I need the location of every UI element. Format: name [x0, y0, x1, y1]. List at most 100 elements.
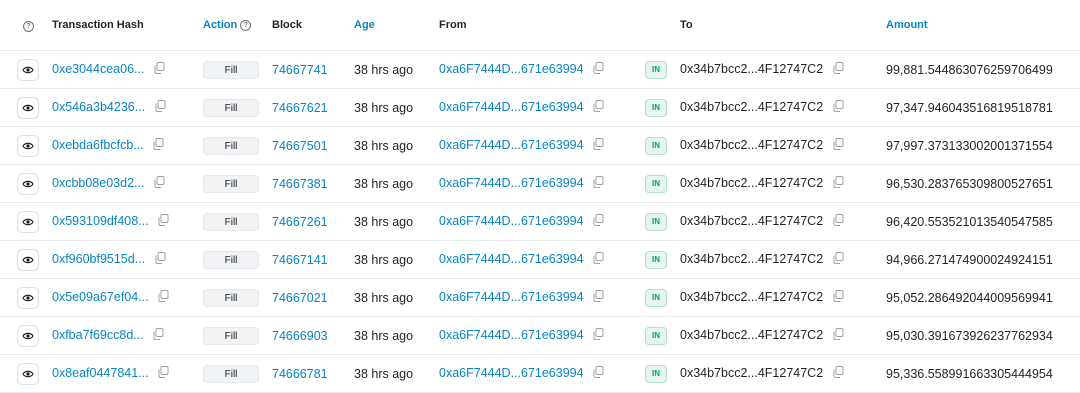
transaction-hash-link[interactable]: 0x593109df408...	[52, 214, 149, 228]
view-details-button[interactable]	[17, 58, 39, 81]
from-address-link[interactable]: 0xa6F7444D...671e63994	[439, 366, 584, 380]
to-address: 0x34b7bcc2...4F12747C2	[680, 365, 824, 380]
copy-icon[interactable]	[833, 138, 844, 153]
view-details-button[interactable]	[17, 210, 39, 233]
block-link[interactable]: 74667501	[272, 139, 328, 153]
copy-icon[interactable]	[593, 328, 604, 343]
block-link[interactable]: 74666781	[272, 367, 328, 381]
eye-icon	[22, 370, 34, 377]
block-link[interactable]: 74667741	[272, 63, 328, 77]
copy-icon[interactable]	[593, 176, 604, 191]
copy-icon[interactable]	[593, 138, 604, 153]
from-address-link[interactable]: 0xa6F7444D...671e63994	[439, 138, 584, 152]
copy-icon[interactable]	[155, 252, 166, 267]
action-badge: Fill	[203, 212, 259, 231]
to-address: 0x34b7bcc2...4F12747C2	[680, 61, 824, 76]
transaction-hash-link[interactable]: 0x8eaf0447841...	[52, 366, 149, 380]
amount-cell: 94,966.271474900024924151	[886, 240, 1080, 279]
copy-icon[interactable]	[158, 214, 169, 229]
copy-icon[interactable]	[593, 214, 604, 229]
block-link[interactable]: 74667261	[272, 215, 328, 229]
eye-icon	[22, 142, 34, 149]
block-link[interactable]: 74667141	[272, 253, 328, 267]
action-badge: Fill	[203, 98, 259, 117]
view-details-button[interactable]	[17, 324, 39, 347]
eye-icon	[22, 104, 34, 111]
to-address: 0x34b7bcc2...4F12747C2	[680, 251, 824, 266]
copy-icon[interactable]	[153, 138, 164, 153]
from-address-link[interactable]: 0xa6F7444D...671e63994	[439, 252, 584, 266]
copy-icon[interactable]	[154, 176, 165, 191]
action-badge: Fill	[203, 326, 259, 345]
copy-icon[interactable]	[833, 62, 844, 77]
copy-icon[interactable]	[593, 290, 604, 305]
view-details-button[interactable]	[17, 134, 39, 157]
transaction-hash-link[interactable]: 0x546a3b4236...	[52, 100, 145, 114]
eye-icon	[22, 66, 34, 73]
copy-icon[interactable]	[833, 252, 844, 267]
action-badge: Fill	[203, 136, 259, 155]
to-address: 0x34b7bcc2...4F12747C2	[680, 213, 824, 228]
col-action[interactable]: Action?	[203, 0, 272, 51]
action-badge: Fill	[203, 288, 259, 307]
copy-icon[interactable]	[154, 62, 165, 77]
direction-badge: IN	[645, 174, 667, 193]
table-row: 0xe3044cea06... Fill 74667741 38 hrs ago…	[0, 50, 1080, 89]
table-row: 0xf960bf9515d... Fill 74667141 38 hrs ag…	[0, 240, 1080, 279]
copy-icon[interactable]	[593, 100, 604, 115]
from-address-link[interactable]: 0xa6F7444D...671e63994	[439, 328, 584, 342]
table-row: 0xcbb08e03d2... Fill 74667381 38 hrs ago…	[0, 164, 1080, 203]
to-address: 0x34b7bcc2...4F12747C2	[680, 137, 824, 152]
table-row: 0x546a3b4236... Fill 74667621 38 hrs ago…	[0, 88, 1080, 127]
transaction-hash-link[interactable]: 0xe3044cea06...	[52, 62, 144, 76]
from-address-link[interactable]: 0xa6F7444D...671e63994	[439, 214, 584, 228]
age-cell: 38 hrs ago	[354, 202, 439, 241]
view-details-button[interactable]	[17, 96, 39, 119]
transaction-hash-link[interactable]: 0xf960bf9515d...	[52, 252, 145, 266]
copy-icon[interactable]	[833, 366, 844, 381]
table-row: 0xfba7f69cc8d... Fill 74666903 38 hrs ag…	[0, 316, 1080, 355]
copy-icon[interactable]	[833, 100, 844, 115]
transaction-hash-link[interactable]: 0xcbb08e03d2...	[52, 176, 144, 190]
info-icon[interactable]: ?	[240, 20, 252, 31]
copy-icon[interactable]	[593, 62, 604, 77]
transaction-hash-link[interactable]: 0xfba7f69cc8d...	[52, 328, 144, 342]
transaction-hash-link[interactable]: 0xebda6fbcfcb...	[52, 138, 144, 152]
block-link[interactable]: 74667381	[272, 177, 328, 191]
eye-icon	[22, 332, 34, 339]
view-details-button[interactable]	[17, 362, 39, 385]
from-address-link[interactable]: 0xa6F7444D...671e63994	[439, 62, 584, 76]
eye-icon	[22, 180, 34, 187]
from-address-link[interactable]: 0xa6F7444D...671e63994	[439, 176, 584, 190]
direction-badge: IN	[645, 288, 667, 307]
help-icon[interactable]: ?	[23, 20, 34, 32]
view-details-button[interactable]	[17, 286, 39, 309]
view-details-button[interactable]	[17, 248, 39, 271]
copy-icon[interactable]	[593, 252, 604, 267]
block-link[interactable]: 74667621	[272, 101, 328, 115]
block-link[interactable]: 74667021	[272, 291, 328, 305]
transaction-hash-link[interactable]: 0x5e09a67ef04...	[52, 290, 149, 304]
view-details-button[interactable]	[17, 172, 39, 195]
col-age[interactable]: Age	[354, 0, 439, 51]
from-address-link[interactable]: 0xa6F7444D...671e63994	[439, 100, 584, 114]
age-cell: 38 hrs ago	[354, 316, 439, 355]
copy-icon[interactable]	[833, 176, 844, 191]
copy-icon[interactable]	[833, 290, 844, 305]
copy-icon[interactable]	[593, 366, 604, 381]
copy-icon[interactable]	[833, 214, 844, 229]
amount-cell: 97,997.373133002001371554	[886, 126, 1080, 165]
amount-cell: 95,030.391673926237762934	[886, 316, 1080, 355]
block-link[interactable]: 74666903	[272, 329, 328, 343]
col-amount[interactable]: Amount	[886, 0, 1080, 51]
direction-badge: IN	[645, 60, 667, 79]
copy-icon[interactable]	[155, 100, 166, 115]
copy-icon[interactable]	[153, 328, 164, 343]
amount-cell: 99,881.544863076259706499	[886, 50, 1080, 89]
from-address-link[interactable]: 0xa6F7444D...671e63994	[439, 290, 584, 304]
copy-icon[interactable]	[833, 328, 844, 343]
copy-icon[interactable]	[158, 366, 169, 381]
copy-icon[interactable]	[158, 290, 169, 305]
amount-cell: 95,052.286492044009569941	[886, 278, 1080, 317]
table-row: 0x593109df408... Fill 74667261 38 hrs ag…	[0, 202, 1080, 241]
